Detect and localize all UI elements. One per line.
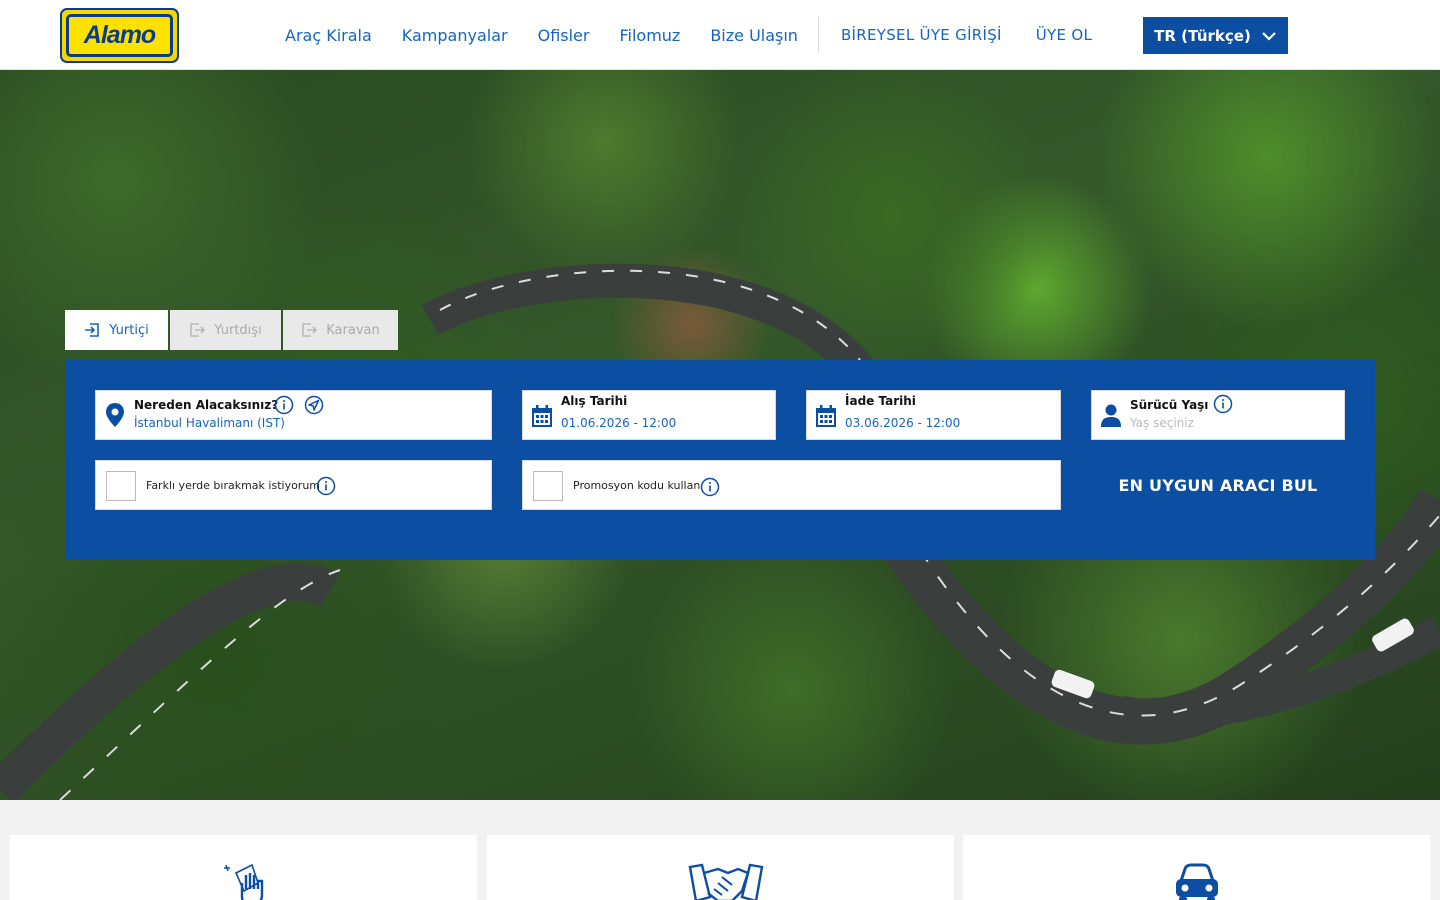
search-type-tabs: Yurtiçi Yurtdışı Karavan xyxy=(65,310,398,350)
user-icon xyxy=(1101,404,1121,427)
exit-icon xyxy=(190,323,206,337)
return-date-label: İade Tarihi xyxy=(845,394,916,408)
nav-signup[interactable]: ÜYE OL xyxy=(1019,26,1109,44)
return-date-field[interactable]: İade Tarihi 03.06.2026 - 12:00 xyxy=(806,390,1061,440)
feature-card-fleet xyxy=(963,835,1430,900)
nav-campaigns[interactable]: Kampanyalar xyxy=(387,26,523,45)
pickup-date-label: Alış Tarihi xyxy=(561,394,628,408)
pickup-date-value: 01.06.2026 - 12:00 xyxy=(561,416,677,430)
logo-inner: Alamo xyxy=(66,14,173,57)
info-icon[interactable] xyxy=(1213,394,1233,414)
location-pin-icon xyxy=(106,403,124,427)
find-car-button[interactable]: EN UYGUN ARACI BUL xyxy=(1091,460,1345,510)
chevron-down-icon xyxy=(1262,31,1276,41)
promo-code-option: Promosyon kodu kullan xyxy=(522,460,1061,510)
language-selector[interactable]: TR (Türkçe) xyxy=(1143,17,1288,54)
nav-fleet[interactable]: Filomuz xyxy=(604,26,695,45)
driver-age-field[interactable]: Sürücü Yaşı Yaş seçiniz xyxy=(1091,390,1345,440)
handshake-icon xyxy=(688,863,764,900)
site-header: Alamo Araç Kirala Kampanyalar Ofisler Fi… xyxy=(0,0,1440,70)
nav-rent-car[interactable]: Araç Kirala xyxy=(270,26,387,45)
locate-me-icon[interactable] xyxy=(304,395,324,415)
tab-domestic-label: Yurtiçi xyxy=(109,322,149,338)
tab-international[interactable]: Yurtdışı xyxy=(170,310,281,350)
nav-divider xyxy=(817,17,819,53)
nav-offices[interactable]: Ofisler xyxy=(523,26,605,45)
nav-contact[interactable]: Bize Ulaşın xyxy=(695,26,813,45)
exit-icon xyxy=(302,323,318,337)
search-panel: Nereden Alacaksınız? İstanbul Havalimanı… xyxy=(65,360,1375,560)
alamo-logo[interactable]: Alamo xyxy=(60,8,179,63)
logo-text: Alamo xyxy=(83,21,156,49)
pickup-date-field[interactable]: Alış Tarihi 01.06.2026 - 12:00 xyxy=(522,390,776,440)
nav-member-login[interactable]: BİREYSEL ÜYE GİRİŞİ xyxy=(824,26,1019,44)
cleaning-hand-icon xyxy=(224,863,264,900)
language-label: TR (Türkçe) xyxy=(1154,26,1251,45)
different-dropoff-label: Farklı yerde bırakmak istiyorum xyxy=(146,479,321,492)
feature-card-trust xyxy=(487,835,954,900)
feature-card-hygiene xyxy=(10,835,477,900)
driver-age-label: Sürücü Yaşı xyxy=(1130,398,1209,412)
car-icon xyxy=(1176,863,1218,900)
promo-code-label: Promosyon kodu kullan xyxy=(573,479,701,492)
tab-caravan[interactable]: Karavan xyxy=(283,310,398,350)
return-date-value: 03.06.2026 - 12:00 xyxy=(845,416,961,430)
driver-age-placeholder: Yaş seçiniz xyxy=(1130,416,1194,430)
calendar-icon xyxy=(816,405,836,427)
calendar-icon xyxy=(532,405,552,427)
tab-domestic[interactable]: Yurtiçi xyxy=(65,310,168,350)
tab-caravan-label: Karavan xyxy=(326,322,380,338)
pickup-location-label: Nereden Alacaksınız? xyxy=(134,398,279,412)
pickup-location-value: İstanbul Havalimanı (IST) xyxy=(134,416,285,430)
different-dropoff-option: Farklı yerde bırakmak istiyorum xyxy=(95,460,492,510)
info-icon[interactable] xyxy=(700,477,720,497)
feature-cards xyxy=(0,825,1440,900)
main-nav: Araç Kirala Kampanyalar Ofisler Filomuz … xyxy=(270,0,1109,70)
tab-international-label: Yurtdışı xyxy=(214,322,262,338)
info-icon[interactable] xyxy=(316,476,336,496)
enter-icon xyxy=(85,323,100,337)
promo-code-checkbox[interactable] xyxy=(533,471,563,501)
pickup-location-field[interactable]: Nereden Alacaksınız? İstanbul Havalimanı… xyxy=(95,390,492,440)
different-dropoff-checkbox[interactable] xyxy=(106,471,136,501)
info-icon[interactable] xyxy=(274,395,294,415)
